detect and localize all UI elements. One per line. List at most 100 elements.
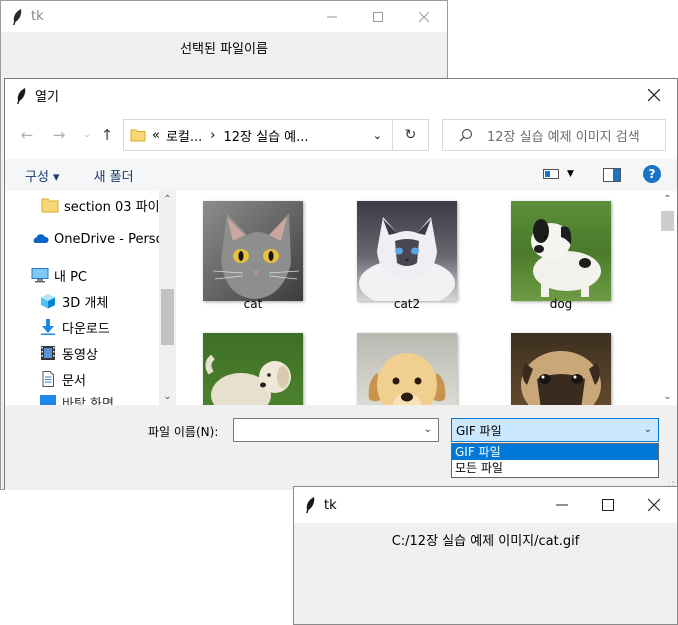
selected-filename-label: 선택된 파일이름 [180, 42, 268, 57]
command-toolbar: 구성 ▾ 새 폴더 ▼ ? [5, 159, 677, 191]
scroll-down-arrow-icon[interactable]: ⌄ [159, 388, 176, 405]
tk-feather-icon [17, 87, 26, 104]
cloud-icon [33, 234, 49, 243]
puppy-photo [357, 333, 457, 405]
view-options-icon[interactable]: ▼ [543, 168, 574, 180]
scroll-down-arrow-icon[interactable]: ⌄ [659, 388, 676, 405]
nav-item-onedrive[interactable]: OneDrive - Person [31, 227, 159, 251]
nav-item-desktop[interactable]: 바탕 화면 [39, 393, 159, 405]
file-view: cat cat2 dog [185, 191, 657, 405]
nav-label: 다운로드 [62, 321, 110, 337]
dialog-titlebar[interactable]: 열기 [5, 79, 677, 112]
nav-item-videos[interactable]: 동영상 [39, 341, 159, 365]
download-arrow-icon [41, 319, 55, 335]
recent-chevron-icon[interactable]: ⌄ [77, 125, 97, 145]
address-separator: › [210, 127, 216, 143]
file-tile-puppy[interactable] [197, 321, 309, 405]
navigation-pane: section 03 파이· OneDrive - Person 내 PC 3D… [5, 191, 177, 405]
nav-item-section03[interactable]: section 03 파이· [41, 193, 159, 217]
nav-scrollbar-thumb[interactable] [161, 289, 174, 345]
maximize-button[interactable] [355, 1, 401, 32]
puppy-photo [203, 333, 303, 405]
new-folder-button[interactable]: 새 폴더 [94, 166, 134, 185]
nav-item-downloads[interactable]: 다운로드 [39, 315, 159, 339]
computer-icon [31, 268, 49, 283]
result-window: tk C:/12장 실습 예제 이미지/cat.gif [293, 486, 678, 625]
video-icon [41, 346, 55, 360]
scroll-up-arrow-icon[interactable]: ⌃ [159, 191, 176, 208]
refresh-icon[interactable]: ↻ [393, 119, 429, 151]
filetype-dropdown-list: GIF 파일 모든 파일 [451, 443, 659, 478]
close-button[interactable] [631, 487, 677, 523]
back-arrow-icon[interactable]: ← [17, 125, 37, 145]
file-label: cat2 [393, 297, 421, 311]
preview-pane-icon[interactable] [603, 168, 621, 182]
dog-photo [511, 201, 611, 301]
help-icon[interactable]: ? [643, 165, 661, 183]
address-row: ← → ⌄ ↑ « 로컬... › 12장 실습 예... ⌄ ↻ 12장 실습… [5, 113, 677, 159]
filetype-option-gif[interactable]: GIF 파일 [452, 444, 658, 460]
organize-menu-button[interactable]: 구성 ▾ [25, 166, 60, 185]
file-tile-cat2[interactable]: cat2 [351, 191, 463, 321]
chevron-down-icon[interactable]: ⌄ [424, 424, 432, 435]
open-file-dialog: 열기 ← → ⌄ ↑ « 로컬... › 12장 실습 예... ⌄ ↻ 12장… [4, 78, 678, 490]
nav-label: 동영상 [62, 347, 98, 363]
chevron-down-icon[interactable]: ⌄ [644, 424, 652, 435]
desktop-icon [40, 395, 56, 405]
nav-label: 바탕 화면 [62, 397, 114, 405]
address-crumb-local[interactable]: 로컬... [166, 126, 202, 145]
folder-icon [41, 198, 59, 213]
nav-label: section 03 파이· [64, 199, 159, 215]
up-arrow-icon[interactable]: ↑ [97, 125, 117, 145]
cat-illustration [212, 213, 300, 299]
puppy-illustration [205, 354, 291, 405]
nav-label: 문서 [62, 373, 86, 389]
root-titlebar[interactable]: tk [1, 1, 447, 32]
nav-label: OneDrive - Person [54, 231, 159, 247]
selected-path-label: C:/12장 실습 예제 이미지/cat.gif [391, 534, 580, 549]
nav-item-documents[interactable]: 문서 [39, 367, 159, 391]
file-view-scrollbar-thumb[interactable] [661, 211, 674, 231]
cat-photo [357, 201, 457, 301]
tk-feather-icon [306, 497, 315, 513]
forward-arrow-icon[interactable]: → [49, 125, 69, 145]
cube-3d-icon [41, 294, 55, 309]
nav-label: 3D 개체 [62, 295, 109, 311]
address-bar[interactable]: « 로컬... › 12장 실습 예... ⌄ [123, 119, 393, 151]
dialog-close-button[interactable] [631, 79, 677, 110]
search-icon [459, 128, 473, 142]
file-label: cat [243, 297, 263, 311]
dog-illustration [531, 219, 601, 297]
file-tile-cat[interactable]: cat [197, 191, 309, 321]
minimize-button[interactable] [309, 1, 355, 32]
file-tile-dog[interactable]: dog [505, 191, 617, 321]
address-dropdown-icon[interactable]: ⌄ [373, 129, 382, 142]
tk-feather-icon [13, 8, 22, 25]
search-placeholder: 12장 실습 예제 이미지 검색 [487, 129, 640, 145]
filetype-select[interactable]: GIF 파일 ⌄ [451, 418, 659, 442]
search-input[interactable]: 12장 실습 예제 이미지 검색 [442, 119, 666, 151]
close-button[interactable] [401, 1, 447, 32]
nav-item-3d-objects[interactable]: 3D 개체 [39, 289, 159, 313]
filetype-option-all[interactable]: 모든 파일 [452, 460, 658, 476]
file-tile-pug[interactable] [505, 321, 617, 405]
maximize-button[interactable] [585, 487, 631, 523]
address-prefix: « [152, 127, 160, 143]
nav-label: 내 PC [54, 269, 88, 285]
result-title: tk [324, 497, 337, 513]
nav-item-this-pc[interactable]: 내 PC [31, 263, 159, 287]
dialog-title: 열기 [35, 90, 59, 105]
root-title: tk [31, 9, 44, 24]
address-crumb-folder[interactable]: 12장 실습 예... [224, 126, 309, 145]
scroll-up-arrow-icon[interactable]: ⌃ [659, 191, 676, 208]
result-titlebar[interactable]: tk [294, 487, 677, 523]
golden-puppy-illustration [368, 353, 446, 405]
file-tile-golden-puppy[interactable] [351, 321, 463, 405]
cat-photo [203, 201, 303, 301]
folder-icon [130, 129, 146, 142]
filename-input[interactable]: ⌄ [233, 418, 439, 442]
minimize-button[interactable] [539, 487, 585, 523]
fluffy-cat-illustration [359, 217, 455, 301]
nav-scrollbar[interactable]: ⌃ ⌄ [159, 191, 176, 405]
file-view-scrollbar[interactable]: ⌃ ⌄ [659, 191, 676, 405]
